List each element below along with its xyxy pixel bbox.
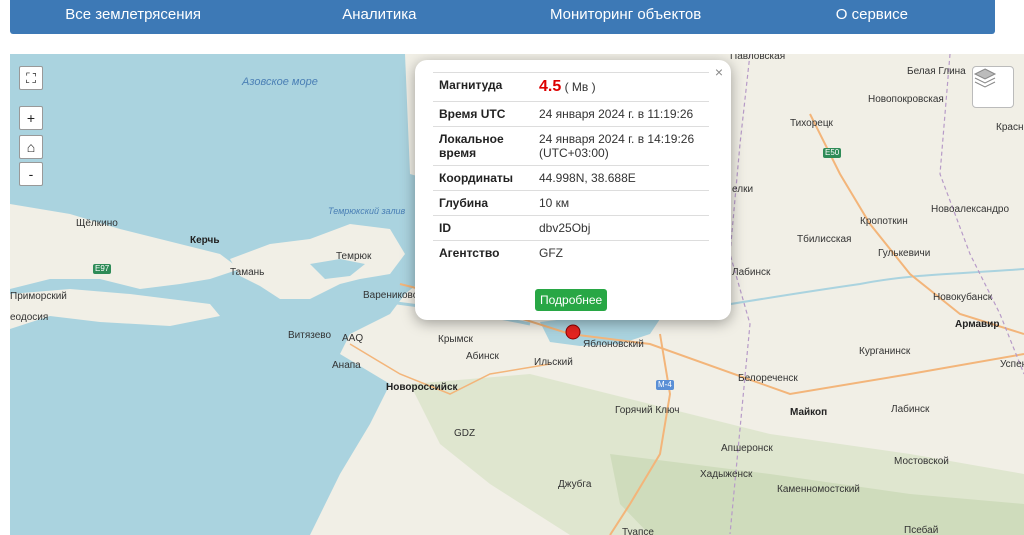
magnitude-type: ( Mв ) <box>564 80 596 94</box>
land-crimea <box>10 204 240 289</box>
label-apsheronsk: Апшеронск <box>721 443 773 454</box>
label-krasn: Красн <box>996 122 1024 133</box>
local-time-label: Локальное время <box>433 126 533 166</box>
road-shield-e50: E50 <box>823 148 842 158</box>
label-varenikovskaya: Варениковск <box>363 290 423 301</box>
label-anapa: Анапа <box>332 360 361 371</box>
label-tuapse: Туапсе <box>622 527 654 535</box>
layers-button[interactable] <box>972 66 1014 108</box>
road-shield-e97: E97 <box>93 264 112 274</box>
table-row: Магнитуда 4.5 ( Mв ) <box>433 72 709 102</box>
label-gdz: GDZ <box>454 428 476 439</box>
label-labinsk: Лабинск <box>891 404 930 415</box>
time-utc-label: Время UTC <box>433 101 533 127</box>
label-kropotkin: Кропоткин <box>860 216 908 227</box>
time-utc-value: 24 января 2024 г. в 11:19:26 <box>533 101 709 127</box>
table-row: Время UTC 24 января 2024 г. в 11:19:26 <box>433 101 709 127</box>
id-value: dbv25Obj <box>533 215 709 241</box>
coords-label: Координаты <box>433 165 533 191</box>
zoom-in-button[interactable]: + <box>19 106 43 130</box>
label-aaq: AAQ <box>342 333 364 344</box>
earthquake-details-table: Магнитуда 4.5 ( Mв ) Время UTC 24 января… <box>433 72 709 265</box>
label-kamennomostsky: Каменномостский <box>777 484 860 495</box>
label-goryachy-klyuch: Горячий Ключ <box>615 405 680 416</box>
label-elki: елки <box>732 184 754 195</box>
label-khadyzhensk: Хадыженск <box>700 469 753 480</box>
label-uspen: Успен <box>1000 359 1024 370</box>
id-label: ID <box>433 215 533 241</box>
magnitude-value: 4.5 <box>539 78 562 95</box>
table-row: Глубина 10 км <box>433 190 709 216</box>
home-icon: ⌂ <box>26 139 36 155</box>
local-time-value: 24 января 2024 г. в 14:19:26 (UTC+03:00) <box>533 126 709 166</box>
map[interactable]: Азовское море Темрюкский залив Щёлкино К… <box>10 54 1024 535</box>
label-tikhoretsk: Тихорецк <box>790 118 833 129</box>
label-kerch: Керчь <box>190 235 220 246</box>
label-pavlovskaya: Павловская <box>730 54 786 62</box>
magnitude-label: Магнитуда <box>433 72 533 102</box>
agency-label: Агентство <box>433 240 533 265</box>
table-row: Локальное время 24 января 2024 г. в 14:1… <box>433 126 709 166</box>
fullscreen-icon: ⛶ <box>26 70 36 86</box>
label-temryuk: Темрюк <box>336 251 372 262</box>
nav-object-monitoring[interactable]: Мониторинг объектов <box>503 0 749 34</box>
label-mostovskoy: Мостовской <box>894 456 949 467</box>
depth-label: Глубина <box>433 190 533 216</box>
label-krymsk: Крымск <box>438 334 473 345</box>
label-primorsky: Приморский <box>10 291 67 302</box>
label-belaya-glina: Белая Глина <box>907 66 966 77</box>
label-armavir: Армавир <box>955 319 1000 330</box>
label-novoaleksandrovsk: Новоалександро <box>931 204 1010 215</box>
earthquake-marker <box>565 324 581 340</box>
label-feodosia: еодосия <box>10 312 49 323</box>
nav-analytics[interactable]: Аналитика <box>256 0 502 34</box>
table-row: Агентство GFZ <box>433 240 709 265</box>
earthquake-popup: × Магнитуда 4.5 ( Mв ) Время UTC 24 янва… <box>415 60 731 320</box>
label-tbilisskaya: Тбилисская <box>797 234 852 245</box>
label-abinsk: Абинск <box>466 351 499 362</box>
label-novopokrovskaya: Новопокровская <box>868 94 944 105</box>
label-dzhubga: Джубга <box>558 479 592 490</box>
nav-about[interactable]: О сервисе <box>749 0 995 34</box>
depth-value: 10 км <box>533 190 709 216</box>
coords-value: 44.998N, 38.688E <box>533 165 709 191</box>
popup-close-button[interactable]: × <box>715 64 723 80</box>
zoom-out-button[interactable]: - <box>19 162 43 186</box>
label-novorossiysk: Новороссийск <box>386 382 458 393</box>
label-belorechensk: Белореченск <box>738 373 798 384</box>
nav-all-earthquakes[interactable]: Все землетрясения <box>10 0 256 34</box>
fullscreen-button[interactable]: ⛶ <box>19 66 43 90</box>
label-azov-sea: Азовское море <box>242 76 318 88</box>
top-navbar: Все землетрясения Аналитика Мониторинг о… <box>10 0 995 34</box>
label-kurganinsk: Курганинск <box>859 346 911 357</box>
home-button[interactable]: ⌂ <box>19 135 43 159</box>
label-maykop: Майкоп <box>790 407 828 418</box>
label-labinsk-top: Лабинск <box>732 267 771 278</box>
label-temryuk-bay: Темрюкский залив <box>328 206 406 216</box>
label-ilsky: Ильский <box>534 357 573 368</box>
label-taman: Тамань <box>230 267 265 278</box>
land-taman <box>230 224 405 299</box>
label-yablonovsky: Яблоновский <box>583 339 644 350</box>
agency-value: GFZ <box>533 240 709 265</box>
label-novokubansk: Новокубанск <box>933 292 993 303</box>
layers-icon <box>973 68 997 88</box>
table-row: Координаты 44.998N, 38.688E <box>433 165 709 191</box>
road-shield-m4: M-4 <box>656 380 674 390</box>
label-vityazevo: Витязево <box>288 330 332 341</box>
label-gulkevichi: Гулькевичи <box>878 248 931 259</box>
details-button[interactable]: Подробнее <box>535 289 608 311</box>
label-shchelkino: Щёлкино <box>76 218 118 229</box>
label-psebay: Псебай <box>904 525 939 535</box>
table-row: ID dbv25Obj <box>433 215 709 241</box>
